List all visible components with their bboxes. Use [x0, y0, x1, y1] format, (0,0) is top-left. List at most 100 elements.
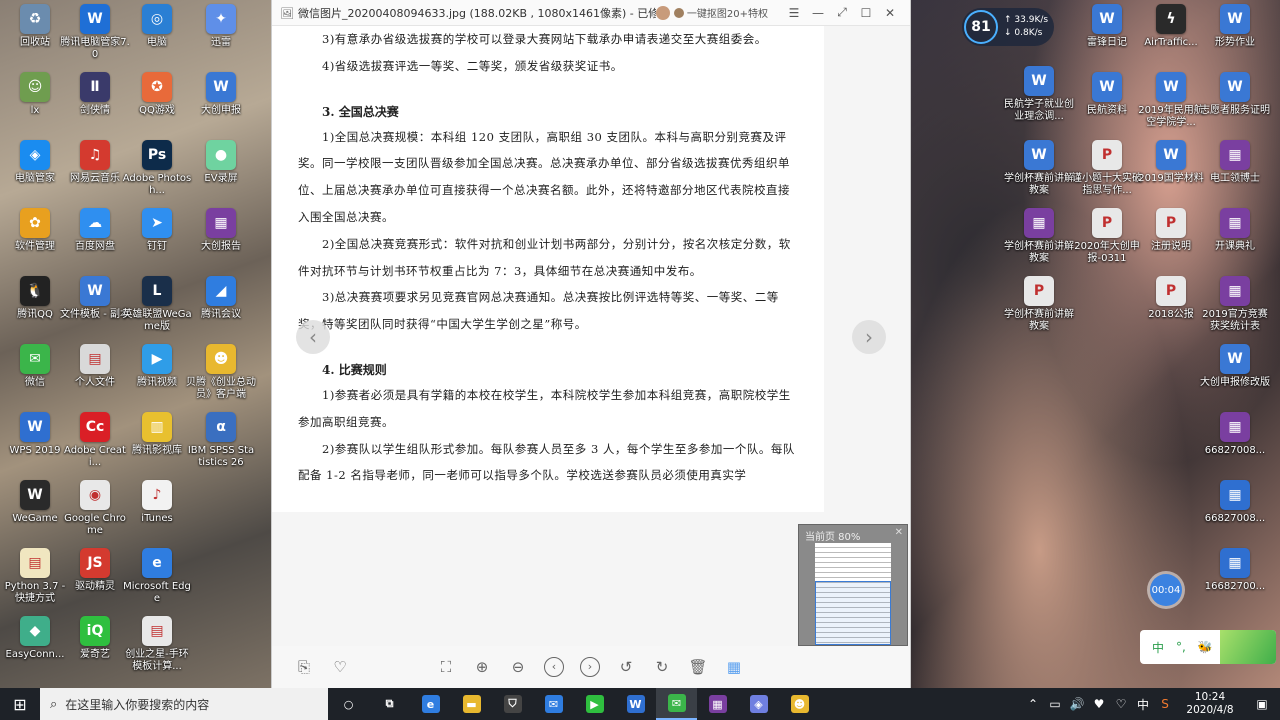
thumbnails-icon[interactable]: ▦ — [716, 658, 752, 676]
desktop-shortcut[interactable]: e Microsoft Edge — [122, 548, 192, 605]
desktop-shortcut[interactable]: ☁ 百度网盘 — [60, 208, 130, 253]
desktop-shortcut[interactable]: P 注册说明 — [1136, 208, 1206, 253]
desktop-shortcut[interactable]: ◉ Google Chrome — [60, 480, 130, 537]
network-icon[interactable]: ♡ — [1110, 697, 1132, 711]
zoom-out-icon[interactable]: ⊖ — [500, 658, 536, 676]
desktop-shortcut[interactable]: ➤ 钉钉 — [122, 208, 192, 253]
delete-icon[interactable]: 🗑 — [680, 658, 716, 676]
desktop-shortcut[interactable]: ✦ 迅雷 — [186, 4, 256, 49]
taskbar-app[interactable]: ✉ — [533, 688, 574, 720]
desktop-shortcut[interactable]: ▥ 腾讯影视库 — [122, 412, 192, 457]
rotate-right-icon[interactable]: ↻ — [644, 658, 680, 676]
volume-icon[interactable]: 🔊 — [1066, 697, 1088, 711]
desktop-shortcut[interactable]: ♫ 网易云音乐 — [60, 140, 130, 185]
taskbar-search[interactable]: ⌕ 在这里输入你要搜索的内容 — [40, 688, 328, 720]
next-icon[interactable]: › — [580, 657, 600, 677]
ime-toolbar[interactable]: 中 °, 🐝 — [1140, 630, 1276, 664]
menu-icon[interactable]: ☰ — [782, 6, 806, 20]
prev-image-button[interactable]: ‹ — [296, 320, 330, 354]
desktop-shortcut[interactable]: ▦ 学创杯赛前讲解教案 — [1004, 208, 1074, 265]
desktop-shortcut[interactable]: W 雷锋日记 — [1072, 4, 1142, 49]
taskbar-app[interactable]: ☻ — [779, 688, 820, 720]
taskbar-app[interactable]: ⛉ — [492, 688, 533, 720]
desktop-shortcut[interactable]: ϟ AirTraffic... — [1136, 4, 1206, 49]
desktop-shortcut[interactable]: ▶ 腾讯视频 — [122, 344, 192, 389]
maximize-button[interactable]: ☐ — [854, 6, 878, 20]
taskbar-app[interactable]: ▦ — [697, 688, 738, 720]
taskbar-app[interactable]: ▶ — [574, 688, 615, 720]
thumbnail-viewport[interactable] — [815, 581, 891, 645]
sogou-icon[interactable]: S — [1154, 697, 1176, 711]
navigator-thumbnail[interactable]: 当前页 80% ✕ — [798, 524, 908, 646]
close-button[interactable]: ✕ — [878, 6, 902, 20]
desktop-shortcut[interactable]: Cc Adobe Creati... — [60, 412, 130, 469]
desktop-shortcut[interactable]: JS 驱动精灵 — [60, 548, 130, 593]
start-button[interactable]: ⊞ — [0, 695, 40, 714]
taskbar-app[interactable]: ⧉ — [369, 688, 410, 720]
taskbar-app[interactable]: ◈ — [738, 688, 779, 720]
open-folder-icon[interactable]: ⎘ — [286, 658, 322, 676]
taskbar-app[interactable]: ○ — [328, 688, 369, 720]
desktop-shortcut[interactable]: W 腾讯电脑管家7.0 — [60, 4, 130, 61]
desktop-shortcut[interactable]: P 2018公报 — [1136, 276, 1206, 321]
ime-punctuation[interactable]: °, — [1176, 640, 1186, 654]
notification-icon[interactable]: ▣ — [1244, 697, 1280, 711]
desktop-shortcut[interactable]: ◎ 电脑 — [122, 4, 192, 49]
desktop-shortcut[interactable]: W 民航学子就业创业理念调... — [1004, 66, 1074, 123]
desktop-shortcut[interactable]: W 民航资料 — [1072, 72, 1142, 117]
cutout-promo[interactable]: 一键抠图20+特权 — [655, 5, 768, 20]
fit-window-icon[interactable]: ⛶ — [428, 658, 464, 676]
desktop-shortcut[interactable]: W 志愿者服务证明 — [1200, 72, 1270, 117]
desktop-shortcut[interactable]: ▦ 16682700... — [1200, 548, 1270, 593]
desktop-shortcut[interactable]: ● EV录屏 — [186, 140, 256, 185]
taskbar-app[interactable]: ▬ — [451, 688, 492, 720]
desktop-shortcut[interactable]: ♪ iTunes — [122, 480, 192, 525]
taskbar-app[interactable]: ✉ — [656, 688, 697, 720]
desktop-shortcut[interactable]: ▤ 创业之星-手环模板计算... — [122, 616, 192, 673]
desktop-shortcut[interactable]: W 学创杯赛前讲解教案 — [1004, 140, 1074, 197]
ime-skin-icon[interactable]: 🐝 — [1198, 640, 1213, 654]
desktop-shortcut[interactable]: Ps Adobe Photosh... — [122, 140, 192, 197]
desktop-shortcut[interactable]: ▦ 电工领博士 — [1200, 140, 1270, 185]
minimize-button[interactable]: — — [806, 6, 830, 20]
desktop-shortcut[interactable]: W 大创申报 — [186, 72, 256, 117]
desktop-shortcut[interactable]: ▤ 个人文件 — [60, 344, 130, 389]
desktop-shortcut[interactable]: P 2020年大创申报-0311 — [1072, 208, 1142, 265]
desktop-shortcut[interactable]: P 谨小题十大实破指思写作... — [1072, 140, 1142, 197]
shield-icon[interactable]: ♥ — [1088, 697, 1110, 711]
rotate-left-icon[interactable]: ↺ — [608, 658, 644, 676]
input-language[interactable]: 中 — [1132, 696, 1154, 713]
desktop-shortcut[interactable]: iQ 爱奇艺 — [60, 616, 130, 661]
taskbar-app[interactable]: W — [615, 688, 656, 720]
next-image-button[interactable]: › — [852, 320, 886, 354]
zoom-in-icon[interactable]: ⊕ — [464, 658, 500, 676]
desktop-shortcut[interactable]: ▦ 66827008... — [1200, 412, 1270, 457]
desktop-shortcut[interactable]: W 2019国学材料 — [1136, 140, 1206, 185]
desktop-shortcut[interactable]: W 大创申报修改版 — [1200, 344, 1270, 389]
tray-overflow-icon[interactable]: ⌃ — [1022, 697, 1044, 711]
desktop-shortcut[interactable]: W 文件模板 - 副本 — [60, 276, 130, 321]
desktop-shortcut[interactable]: P 学创杯赛前讲解教案 — [1004, 276, 1074, 333]
desktop-shortcut[interactable]: W 形势作业 — [1200, 4, 1270, 49]
previous-icon[interactable]: ‹ — [544, 657, 564, 677]
desktop-shortcut[interactable]: L 英雄联盟WeGame版 — [122, 276, 192, 333]
desktop-shortcut[interactable]: ▦ 开课典礼 — [1200, 208, 1270, 253]
recording-timer[interactable]: 00:04 — [1150, 574, 1182, 606]
desktop-shortcut[interactable]: ▦ 大创报告 — [186, 208, 256, 253]
taskbar-app[interactable]: e — [410, 688, 451, 720]
battery-icon[interactable]: ▭ — [1044, 697, 1066, 711]
favorite-icon[interactable]: ♡ — [322, 658, 358, 676]
desktop-shortcut[interactable]: Ⅱ 剑侠情 — [60, 72, 130, 117]
desktop-shortcut[interactable]: ✪ QQ游戏 — [122, 72, 192, 117]
desktop-shortcut[interactable]: α IBM SPSS Statistics 26 — [186, 412, 256, 469]
network-speed-widget[interactable]: 81 ↑ 33.9K/s ↓ 0.8K/s — [962, 8, 1054, 46]
desktop-shortcut[interactable]: W 2019年民用航空学院学... — [1136, 72, 1206, 129]
clock[interactable]: 10:24 2020/4/8 — [1176, 691, 1244, 717]
thumbnail-close-icon[interactable]: ✕ — [895, 527, 903, 538]
desktop-shortcut[interactable]: ▦ 2019官方竞赛获奖统计表 — [1200, 276, 1270, 333]
desktop-shortcut[interactable]: ▦ 66827008... — [1200, 480, 1270, 525]
desktop-shortcut[interactable]: ◢ 腾讯会议 — [186, 276, 256, 321]
user-avatar[interactable] — [655, 5, 670, 20]
fullscreen-button[interactable]: ⤢ — [830, 5, 854, 20]
ime-mode[interactable]: 中 — [1152, 639, 1164, 656]
